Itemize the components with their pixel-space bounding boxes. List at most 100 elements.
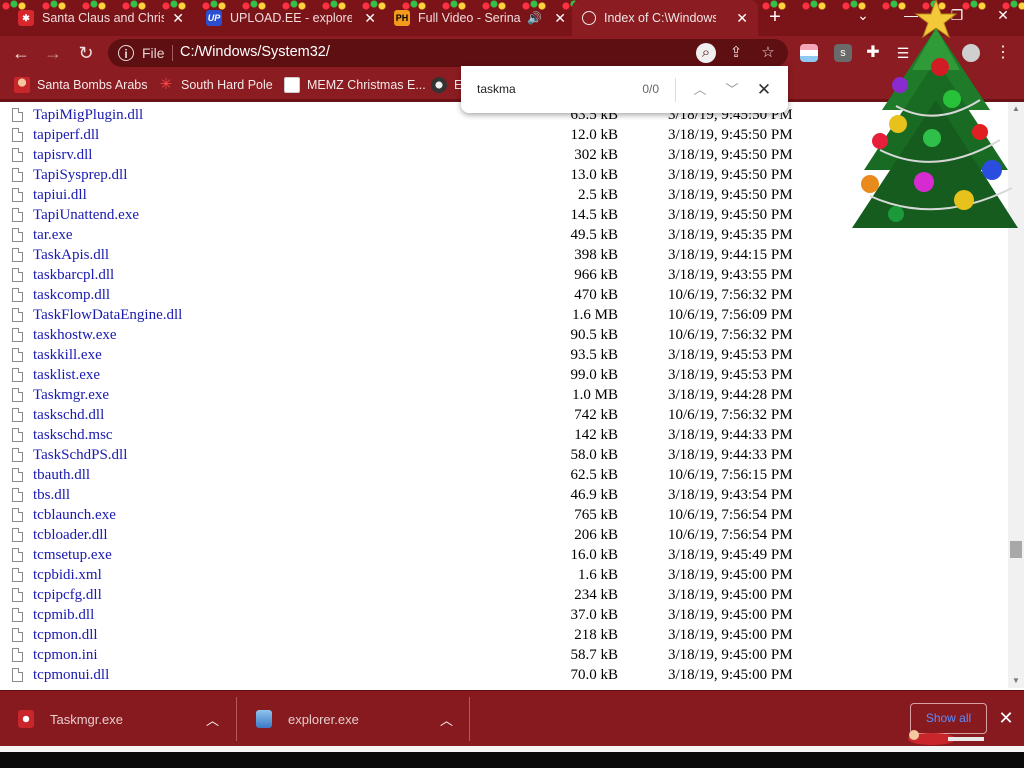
- file-icon: [12, 588, 23, 602]
- tab-full-video[interactable]: PH Full Video - Serina 🔊 ✕: [394, 0, 572, 36]
- find-next-chevron-down-icon[interactable]: ﹀: [720, 78, 744, 102]
- file-name-link[interactable]: TapiMigPlugin.dll: [33, 107, 143, 124]
- file-size: 142 kB: [574, 427, 618, 443]
- file-size: 46.9 kB: [570, 487, 618, 503]
- table-row: tcmsetup.exe 16.0 kB 3/18/19, 9:45:49 PM: [0, 546, 1008, 566]
- file-name-link[interactable]: tcpmon.ini: [33, 647, 98, 664]
- christmas-tree-overlay: [852, 0, 1018, 228]
- flag-extension-icon[interactable]: [800, 44, 818, 62]
- file-name-link[interactable]: TaskSchdPS.dll: [33, 447, 127, 464]
- file-icon: [12, 468, 23, 482]
- tab-santa-claus[interactable]: ✱ Santa Claus and Christ ✕: [18, 0, 190, 36]
- file-date: 3/18/19, 9:45:53 PM: [668, 367, 793, 383]
- table-row: Taskmgr.exe 1.0 MB 3/18/19, 9:44:28 PM: [0, 386, 1008, 406]
- file-name-link[interactable]: tbauth.dll: [33, 467, 90, 484]
- file-name-link[interactable]: tcblaunch.exe: [33, 507, 116, 524]
- close-icon[interactable]: ✕: [172, 10, 184, 27]
- chevron-up-icon[interactable]: ︿: [206, 710, 219, 729]
- file-size: 398 kB: [574, 247, 618, 263]
- find-match-count: 0/0: [642, 82, 659, 96]
- file-name-link[interactable]: tapisrv.dll: [33, 147, 92, 164]
- file-icon: [12, 248, 23, 262]
- info-icon[interactable]: i: [118, 45, 134, 61]
- close-icon[interactable]: ✕: [554, 10, 566, 27]
- file-icon: [12, 608, 23, 622]
- table-row: taskhostw.exe 90.5 kB 10/6/19, 7:56:32 PM: [0, 326, 1008, 346]
- download-item-explorer[interactable]: explorer.exe ︿: [256, 691, 466, 747]
- find-input[interactable]: [473, 79, 631, 99]
- bookmark-south-hard-pole[interactable]: ✳ South Hard Pole: [158, 76, 273, 94]
- file-size: 13.0 kB: [570, 167, 618, 183]
- file-name-link[interactable]: taskkill.exe: [33, 347, 102, 364]
- speaker-icon[interactable]: 🔊: [527, 11, 542, 25]
- file-name-link[interactable]: taskbarcpl.dll: [33, 267, 114, 284]
- tab-index-of-windows[interactable]: Index of C:\Windows\S ✕: [572, 0, 758, 36]
- back-button[interactable]: ←: [8, 40, 34, 66]
- file-name-link[interactable]: tapiui.dll: [33, 187, 87, 204]
- file-name-link[interactable]: tcbloader.dll: [33, 527, 108, 544]
- chevron-up-icon[interactable]: ︿: [440, 710, 453, 729]
- table-row: tcpipcfg.dll 234 kB 3/18/19, 9:45:00 PM: [0, 586, 1008, 606]
- file-name-link[interactable]: taskschd.msc: [33, 427, 113, 444]
- find-in-page-icon[interactable]: ⌕: [696, 43, 716, 63]
- table-row: tbauth.dll 62.5 kB 10/6/19, 7:56:15 PM: [0, 466, 1008, 486]
- bookmark-santa-bombs[interactable]: Santa Bombs Arabs: [14, 76, 147, 94]
- file-name-link[interactable]: tcpmon.dll: [33, 627, 98, 644]
- file-name-link[interactable]: taskcomp.dll: [33, 287, 110, 304]
- scrollbar-thumb[interactable]: [1010, 541, 1022, 558]
- file-size: 234 kB: [574, 587, 618, 603]
- file-icon: [12, 228, 23, 242]
- reload-button[interactable]: ↻: [73, 40, 99, 66]
- tab-upload-ee[interactable]: UP UPLOAD.EE - explorer. ✕: [206, 0, 382, 36]
- close-shelf-icon[interactable]: ✕: [996, 708, 1016, 728]
- file-name-link[interactable]: tbs.dll: [33, 487, 70, 504]
- table-row: TaskSchdPS.dll 58.0 kB 3/18/19, 9:44:33 PM: [0, 446, 1008, 466]
- share-icon[interactable]: ⇪: [726, 43, 746, 63]
- file-date: 10/6/19, 7:56:54 PM: [668, 507, 793, 523]
- close-icon[interactable]: ✕: [736, 10, 748, 27]
- file-name-link[interactable]: tcpmib.dll: [33, 607, 94, 624]
- find-previous-chevron-up-icon[interactable]: ︿: [688, 78, 712, 102]
- file-size: 16.0 kB: [570, 547, 618, 563]
- bookmark-memz-christmas[interactable]: MEMZ Christmas E...: [284, 76, 426, 94]
- file-date: 3/18/19, 9:45:00 PM: [668, 667, 793, 683]
- file-name-link[interactable]: tcpmonui.dll: [33, 667, 109, 684]
- file-icon: [12, 488, 23, 502]
- scroll-down-arrow-icon[interactable]: ▼: [1008, 674, 1024, 688]
- forward-button[interactable]: →: [40, 40, 66, 66]
- file-date: 3/18/19, 9:44:33 PM: [668, 447, 793, 463]
- bookmark-e[interactable]: E: [431, 76, 462, 94]
- file-date: 10/6/19, 7:56:09 PM: [668, 307, 793, 323]
- file-icon: [12, 288, 23, 302]
- close-icon[interactable]: ✕: [364, 10, 376, 27]
- file-name-link[interactable]: tcpipcfg.dll: [33, 587, 102, 604]
- file-name-link[interactable]: tcpbidi.xml: [33, 567, 102, 584]
- file-name-link[interactable]: TapiUnattend.exe: [33, 207, 139, 224]
- file-date: 3/18/19, 9:45:35 PM: [668, 227, 793, 243]
- file-icon: [12, 108, 23, 122]
- file-name-link[interactable]: tasklist.exe: [33, 367, 100, 384]
- file-date: 3/18/19, 9:44:15 PM: [668, 247, 793, 263]
- file-name-link[interactable]: TapiSysprep.dll: [33, 167, 127, 184]
- table-row: tcpmon.ini 58.7 kB 3/18/19, 9:45:00 PM: [0, 646, 1008, 666]
- file-name-link[interactable]: Taskmgr.exe: [33, 387, 109, 404]
- address-bar[interactable]: i File C:/Windows/System32/ ⌕ ⇪ ☆: [108, 39, 788, 67]
- bookmark-star-icon[interactable]: ☆: [758, 43, 778, 63]
- find-close-icon[interactable]: ✕: [752, 78, 776, 102]
- file-name-link[interactable]: tapiperf.dll: [33, 127, 99, 144]
- file-name-link[interactable]: tar.exe: [33, 227, 73, 244]
- url-text[interactable]: C:/Windows/System32/: [180, 44, 330, 60]
- table-row: taskbarcpl.dll 966 kB 3/18/19, 9:43:55 PM: [0, 266, 1008, 286]
- file-name-link[interactable]: tcmsetup.exe: [33, 547, 112, 564]
- new-tab-button[interactable]: +: [762, 5, 788, 31]
- url-divider: [172, 45, 173, 61]
- file-name-link[interactable]: taskschd.dll: [33, 407, 104, 424]
- exe-download-icon: [18, 710, 34, 728]
- file-name-link[interactable]: TaskFlowDataEngine.dll: [33, 307, 182, 324]
- globe-icon: [582, 11, 596, 25]
- file-name-link[interactable]: TaskApis.dll: [33, 247, 109, 264]
- file-date: 3/18/19, 9:45:00 PM: [668, 567, 793, 583]
- file-date: 3/18/19, 9:45:50 PM: [668, 147, 793, 163]
- download-item-taskmgr[interactable]: Taskmgr.exe ︿: [18, 691, 228, 747]
- file-name-link[interactable]: taskhostw.exe: [33, 327, 117, 344]
